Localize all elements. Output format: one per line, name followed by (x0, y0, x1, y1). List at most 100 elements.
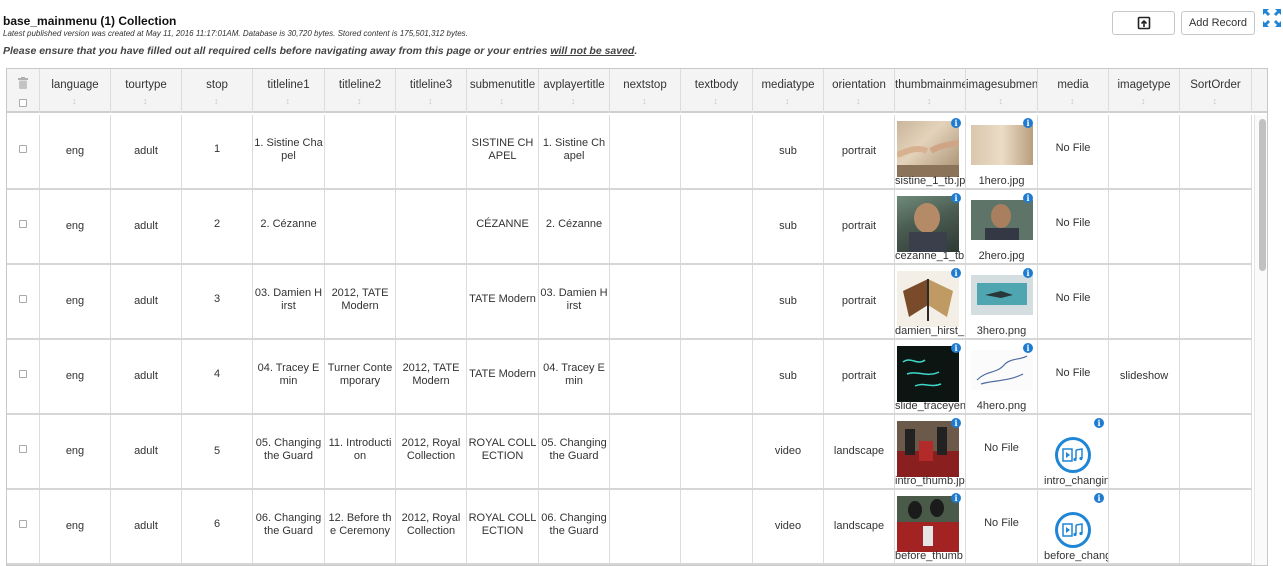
cell-nextstop[interactable] (610, 340, 681, 413)
col-titleline2[interactable]: titleline2 ↕ (325, 69, 396, 113)
cell-titleline1[interactable]: 1. Sistine Chapel (253, 115, 325, 188)
cell-tourtype[interactable]: adult (111, 190, 182, 263)
info-icon[interactable]: i (951, 343, 961, 353)
cell-imagetype[interactable] (1109, 115, 1180, 188)
cell-titleline1[interactable]: 05. Changing the Guard (253, 415, 325, 488)
cell-thumbmainmenu[interactable]: i sistine_1_tb.jpg (895, 115, 966, 188)
row-checkbox[interactable] (19, 519, 27, 528)
cell-imagetype[interactable]: slideshow (1109, 340, 1180, 413)
cell-titleline3[interactable] (396, 115, 467, 188)
cell-titleline3[interactable]: 2012, Royal Collection (396, 415, 467, 488)
cell-submenutitle[interactable]: TATE Modern (467, 265, 539, 338)
cell-imagesubmenu[interactable]: No File (966, 415, 1038, 488)
row-checkbox[interactable] (19, 144, 27, 153)
cell-mediatype[interactable]: sub (753, 115, 824, 188)
col-submenutitle[interactable]: submenutitle ↕ (467, 69, 539, 113)
cell-imagesubmenu[interactable]: i 1hero.jpg (966, 115, 1038, 188)
cell-orientation[interactable]: portrait (824, 265, 895, 338)
cell-titleline2[interactable]: Turner Contemporary (325, 340, 396, 413)
cell-titleline3[interactable] (396, 265, 467, 338)
cell-stop[interactable]: 6 (182, 490, 253, 563)
vertical-scrollbar[interactable] (1254, 115, 1267, 565)
row-checkbox[interactable] (19, 219, 27, 228)
cell-imagesubmenu[interactable]: i 4hero.png (966, 340, 1038, 413)
cell-titleline2[interactable] (325, 190, 396, 263)
cell-tourtype[interactable]: adult (111, 115, 182, 188)
info-icon[interactable]: i (1023, 268, 1033, 278)
col-sortorder[interactable]: SortOrder ↕ (1180, 69, 1252, 113)
cell-titleline1[interactable]: 2. Cézanne (253, 190, 325, 263)
cell-thumbmainmenu[interactable]: i slide_traceyen (895, 340, 966, 413)
col-thumbmainmenu[interactable]: thumbmainmenu↕ (895, 69, 966, 113)
cell-language[interactable]: eng (40, 340, 111, 413)
info-icon[interactable]: i (1023, 193, 1033, 203)
cell-language[interactable]: eng (40, 265, 111, 338)
cell-orientation[interactable]: portrait (824, 340, 895, 413)
cell-mediatype[interactable]: sub (753, 265, 824, 338)
cell-media[interactable]: i intro_changin (1038, 415, 1109, 488)
info-icon[interactable]: i (951, 493, 961, 503)
col-orientation[interactable]: orientation ↕ (824, 69, 895, 113)
cell-submenutitle[interactable]: ROYAL COLLECTION (467, 490, 539, 563)
cell-submenutitle[interactable]: SISTINE CHAPEL (467, 115, 539, 188)
cell-stop[interactable]: 5 (182, 415, 253, 488)
cell-avplayertitle[interactable]: 04. Tracey Emin (539, 340, 610, 413)
info-icon[interactable]: i (951, 268, 961, 278)
cell-media[interactable]: No File (1038, 340, 1109, 413)
cell-language[interactable]: eng (40, 190, 111, 263)
cell-titleline1[interactable]: 03. Damien Hirst (253, 265, 325, 338)
cell-textbody[interactable] (681, 115, 753, 188)
cell-stop[interactable]: 4 (182, 340, 253, 413)
cell-media[interactable]: No File (1038, 265, 1109, 338)
cell-textbody[interactable] (681, 265, 753, 338)
cell-textbody[interactable] (681, 415, 753, 488)
cell-imagetype[interactable] (1109, 415, 1180, 488)
cell-textbody[interactable] (681, 490, 753, 563)
cell-stop[interactable]: 2 (182, 190, 253, 263)
cell-titleline2[interactable]: 11. Introduction (325, 415, 396, 488)
cell-language[interactable]: eng (40, 115, 111, 188)
cell-tourtype[interactable]: adult (111, 490, 182, 563)
add-record-button[interactable]: Add Record (1181, 11, 1255, 35)
cell-nextstop[interactable] (610, 415, 681, 488)
cell-sortorder[interactable] (1180, 190, 1252, 263)
cell-orientation[interactable]: landscape (824, 415, 895, 488)
cell-imagesubmenu[interactable]: No File (966, 490, 1038, 563)
info-icon[interactable]: i (951, 418, 961, 428)
col-titleline1[interactable]: titleline1 ↕ (253, 69, 325, 113)
col-mediatype[interactable]: mediatype ↕ (753, 69, 824, 113)
col-language[interactable]: language ↕ (40, 69, 111, 113)
cell-imagetype[interactable] (1109, 490, 1180, 563)
cell-stop[interactable]: 1 (182, 115, 253, 188)
cell-titleline2[interactable]: 2012, TATE Modern (325, 265, 396, 338)
select-all-checkbox[interactable] (19, 99, 27, 107)
cell-textbody[interactable] (681, 190, 753, 263)
cell-textbody[interactable] (681, 340, 753, 413)
col-stop[interactable]: stop ↕ (182, 69, 253, 113)
col-avplayertitle[interactable]: avplayertitle ↕ (539, 69, 610, 113)
cell-submenutitle[interactable]: CÉZANNE (467, 190, 539, 263)
cell-avplayertitle[interactable]: 1. Sistine Chapel (539, 115, 610, 188)
cell-mediatype[interactable]: sub (753, 190, 824, 263)
cell-avplayertitle[interactable]: 05. Changing the Guard (539, 415, 610, 488)
cell-stop[interactable]: 3 (182, 265, 253, 338)
info-icon[interactable]: i (1094, 418, 1104, 428)
col-tourtype[interactable]: tourtype ↕ (111, 69, 182, 113)
export-button[interactable] (1112, 11, 1175, 35)
cell-media[interactable]: i before_chang (1038, 490, 1109, 563)
cell-media[interactable]: No File (1038, 115, 1109, 188)
cell-nextstop[interactable] (610, 115, 681, 188)
cell-tourtype[interactable]: adult (111, 265, 182, 338)
cell-sortorder[interactable] (1180, 115, 1252, 188)
info-icon[interactable]: i (951, 193, 961, 203)
cell-titleline3[interactable] (396, 190, 467, 263)
info-icon[interactable]: i (951, 118, 961, 128)
col-imagesubmenu[interactable]: imagesubmenu ↕ (966, 69, 1038, 113)
col-textbody[interactable]: textbody ↕ (681, 69, 753, 113)
col-nextstop[interactable]: nextstop ↕ (610, 69, 681, 113)
scrollbar-thumb[interactable] (1259, 119, 1266, 271)
cell-submenutitle[interactable]: ROYAL COLLECTION (467, 415, 539, 488)
cell-thumbmainmenu[interactable]: i cezanne_1_tb.jpg (895, 190, 966, 263)
fullscreen-button[interactable] (1262, 8, 1282, 28)
cell-orientation[interactable]: portrait (824, 190, 895, 263)
